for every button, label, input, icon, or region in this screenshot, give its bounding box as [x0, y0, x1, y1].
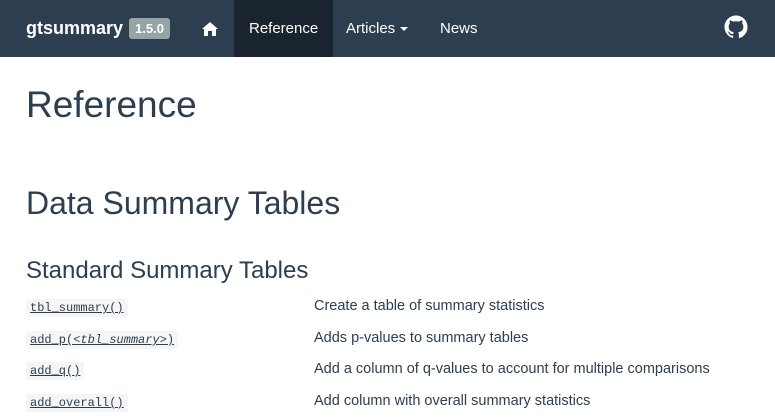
section-title: Data Summary Tables — [26, 185, 341, 221]
fn-link[interactable]: add_p(<tbl_summary>) — [26, 331, 179, 349]
subsection-title: Standard Summary Tables — [26, 257, 309, 284]
fn-description: Adds p-values to summary tables — [314, 330, 529, 346]
fn-description: Add column with overall summary statisti… — [314, 393, 591, 409]
fn-link[interactable]: add_q() — [26, 362, 85, 380]
fn-description: Add a column of q-values to account for … — [314, 361, 710, 377]
home-link[interactable] — [192, 0, 228, 57]
nav-articles[interactable]: Articles — [331, 0, 423, 57]
reference-row: add_q() Add a column of q-values to acco… — [26, 360, 775, 386]
fn-link[interactable]: tbl_summary() — [26, 299, 128, 317]
reference-row: tbl_summary() Create a table of summary … — [26, 297, 775, 323]
fn-name: add_p( — [30, 333, 74, 347]
fn-arg: <tbl_summary> — [73, 333, 167, 347]
nav-reference-label: Reference — [249, 20, 319, 37]
fn-link[interactable]: add_overall() — [26, 394, 128, 412]
brand-name: gtsummary — [26, 17, 124, 38]
github-icon[interactable] — [724, 15, 748, 39]
nav-reference[interactable]: Reference — [234, 0, 334, 57]
top-navbar: gtsummary 1.5.0 Reference Articles News — [0, 0, 775, 57]
brand-link[interactable]: gtsummary 1.5.0 — [26, 16, 170, 40]
reference-row: add_p(<tbl_summary>) Adds p-values to su… — [26, 329, 775, 355]
version-badge: 1.5.0 — [129, 17, 170, 39]
page-title: Reference — [26, 84, 197, 125]
nav-news-label: News — [440, 20, 478, 37]
nav-articles-label: Articles — [346, 20, 396, 37]
fn-name: tbl_summary() — [30, 301, 124, 315]
home-icon — [202, 21, 218, 36]
nav-news[interactable]: News — [425, 0, 493, 57]
fn-name: add_overall() — [30, 396, 124, 410]
fn-suffix: ) — [166, 333, 175, 347]
fn-name: add_q() — [30, 364, 81, 378]
fn-description: Create a table of summary statistics — [314, 298, 545, 314]
reference-row: add_overall() Add column with overall su… — [26, 392, 775, 418]
caret-down-icon — [400, 26, 409, 31]
